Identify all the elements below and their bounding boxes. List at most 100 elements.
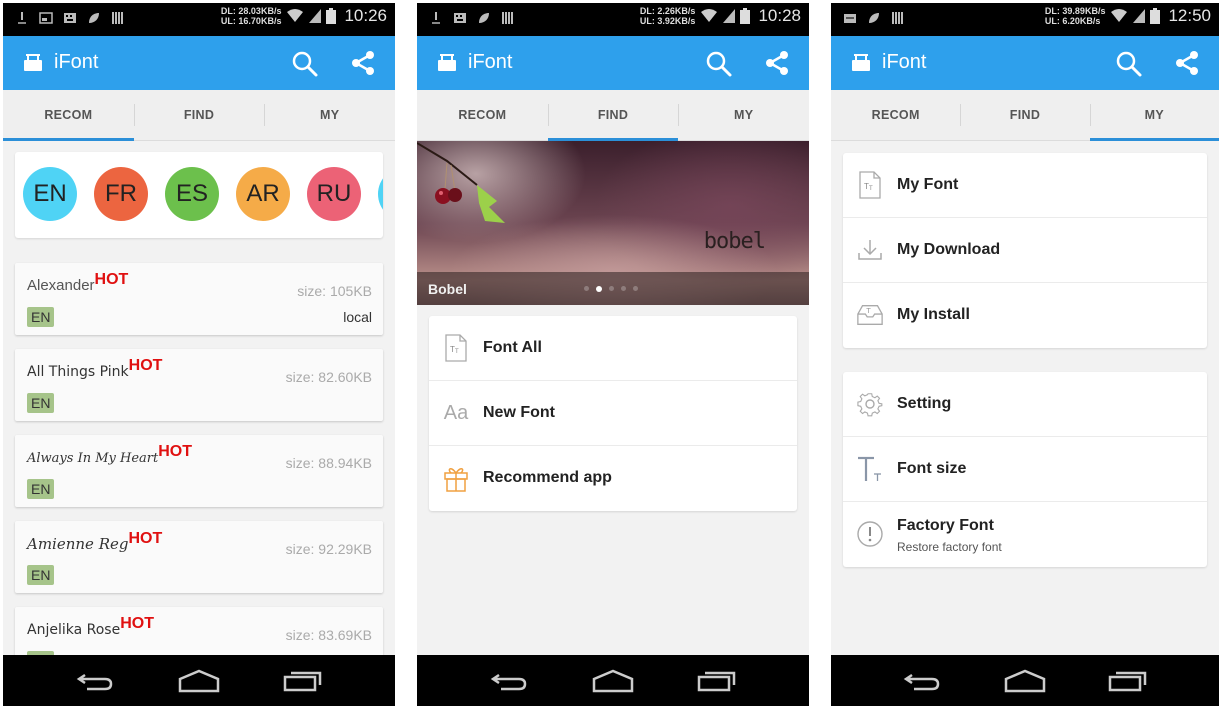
font-name: Amienne RegHOT [27,530,162,554]
hot-badge: HOT [158,443,192,460]
font-list-item[interactable]: Anjelika RoseHOT size: 83.69KB EN [15,607,383,655]
recents-button[interactable] [695,666,739,696]
signal-icon [309,9,322,23]
menu-item-factory-font[interactable]: Factory Font Restore factory font [843,502,1207,567]
font-name: Anjelika RoseHOT [27,615,154,639]
carousel-dot[interactable] [621,286,626,291]
menu-item-my-font[interactable]: TT My Font [843,153,1207,218]
font-list-item[interactable]: AlexanderHOT size: 105KB EN local [15,263,383,335]
menu-item-font-all[interactable]: TT Font All [429,316,797,381]
font-list-item[interactable]: All Things PinkHOT size: 82.60KB EN [15,349,383,421]
search-icon[interactable] [1115,50,1143,78]
recents-icon [697,671,736,691]
menu-item-font-size[interactable]: Font size [843,437,1207,502]
recents-icon [283,671,322,691]
menu-label: Factory Font [897,517,994,534]
menu-item-recommend-app[interactable]: Recommend app [429,446,797,511]
tab-find[interactable]: FIND [960,90,1089,140]
recom-content[interactable]: EN FR ES AR RU AlexanderHOT size: 105KB … [3,141,395,655]
menu-label: Setting [897,395,952,412]
tab-my[interactable]: MY [1089,90,1219,141]
font-file-icon: TT [856,171,884,199]
language-en-button[interactable]: EN [23,167,77,221]
app-bar: iFont [417,36,809,90]
signal-icon [1133,9,1146,23]
barcode-icon [502,12,513,24]
search-icon[interactable] [705,50,733,78]
language-ru-button[interactable]: RU [307,167,361,221]
language-fr-button[interactable]: FR [94,167,148,221]
banner-caption-bar: Bobel [417,272,809,305]
home-button[interactable] [1003,666,1047,696]
carousel-dot[interactable] [584,286,589,291]
tab-find[interactable]: FIND [133,90,265,140]
wifi-icon [701,9,718,22]
recents-button[interactable] [1106,666,1150,696]
leaf-icon [479,13,489,23]
home-icon [1004,669,1046,692]
back-button[interactable] [900,666,944,696]
tab-bar: RECOM FIND MY [417,90,809,141]
app-bar: iFont [831,36,1219,90]
menu-item-new-font[interactable]: Aa New Font [429,381,797,446]
recents-button[interactable] [281,666,325,696]
font-size-icon [856,455,884,483]
home-button[interactable] [591,666,635,696]
menu-item-my-download[interactable]: My Download [843,218,1207,283]
aa-icon: Aa [443,401,469,424]
download-speed: DL: 28.03KB/s [220,6,282,16]
network-speed: DL: 28.03KB/s UL: 16.70KB/s [221,6,282,26]
barcode-icon [892,12,903,24]
upload-speed: UL: 6.20KB/s [1044,16,1101,26]
app-title: iFont [882,51,927,73]
menu-label: Recommend app [483,469,612,486]
menu-item-setting[interactable]: Setting [843,372,1207,437]
font-size-label: size: 105KB [297,283,372,299]
back-icon [490,673,527,690]
language-more-button[interactable] [378,167,383,221]
back-button[interactable] [73,666,117,696]
font-size-label: size: 83.69KB [285,627,372,643]
my-menu-group-2: Setting Font size Factory Font Restore f… [843,372,1207,567]
gear-icon [856,390,884,418]
home-button[interactable] [177,666,221,696]
home-icon [178,669,220,692]
tab-my[interactable]: MY [678,90,809,140]
share-icon[interactable] [349,49,377,77]
leaf-icon [89,13,99,23]
my-menu-group-1: TT My Font My Download T My Install [843,153,1207,348]
status-bar: DL: 2.26KB/s UL: 3.92KB/s 10:28 [417,3,809,36]
language-tag: EN [27,479,55,499]
language-tag: EN [27,393,55,413]
back-button[interactable] [487,666,531,696]
share-icon[interactable] [763,49,791,77]
recents-icon [1108,671,1146,691]
app-logo-icon [852,54,870,71]
search-icon[interactable] [291,50,319,78]
menu-label: My Install [897,306,970,323]
language-tag: EN [27,307,55,327]
font-name: All Things PinkHOT [27,357,162,381]
tab-my[interactable]: MY [264,90,395,140]
carousel-dot[interactable] [633,286,638,291]
network-speed: DL: 2.26KB/s UL: 3.92KB/s [640,6,696,26]
home-icon [592,669,634,692]
language-es-button[interactable]: ES [165,167,219,221]
tab-recom[interactable]: RECOM [3,90,134,141]
menu-item-my-install[interactable]: T My Install [843,283,1207,348]
font-name-text: Alexander [27,277,95,294]
download-icon [856,236,884,264]
carousel-dot[interactable] [609,286,614,291]
font-list-item[interactable]: Amienne RegHOT size: 92.29KB EN [15,521,383,593]
featured-banner[interactable]: bobel Bobel [417,141,809,305]
tab-recom[interactable]: RECOM [417,90,548,140]
find-content: bobel Bobel TT Font All Aa New Font Reco… [417,141,809,655]
share-icon[interactable] [1173,49,1201,77]
wifi-icon [287,9,304,22]
language-ar-button[interactable]: AR [236,167,290,221]
tab-find[interactable]: FIND [547,90,679,141]
tab-recom[interactable]: RECOM [831,90,960,140]
carousel-dot-active[interactable] [596,285,602,292]
font-list-item[interactable]: Always In My HeartHOT size: 88.94KB EN [15,435,383,507]
status-bar: DL: 39.89KB/s UL: 6.20KB/s 12:50 [831,3,1219,36]
